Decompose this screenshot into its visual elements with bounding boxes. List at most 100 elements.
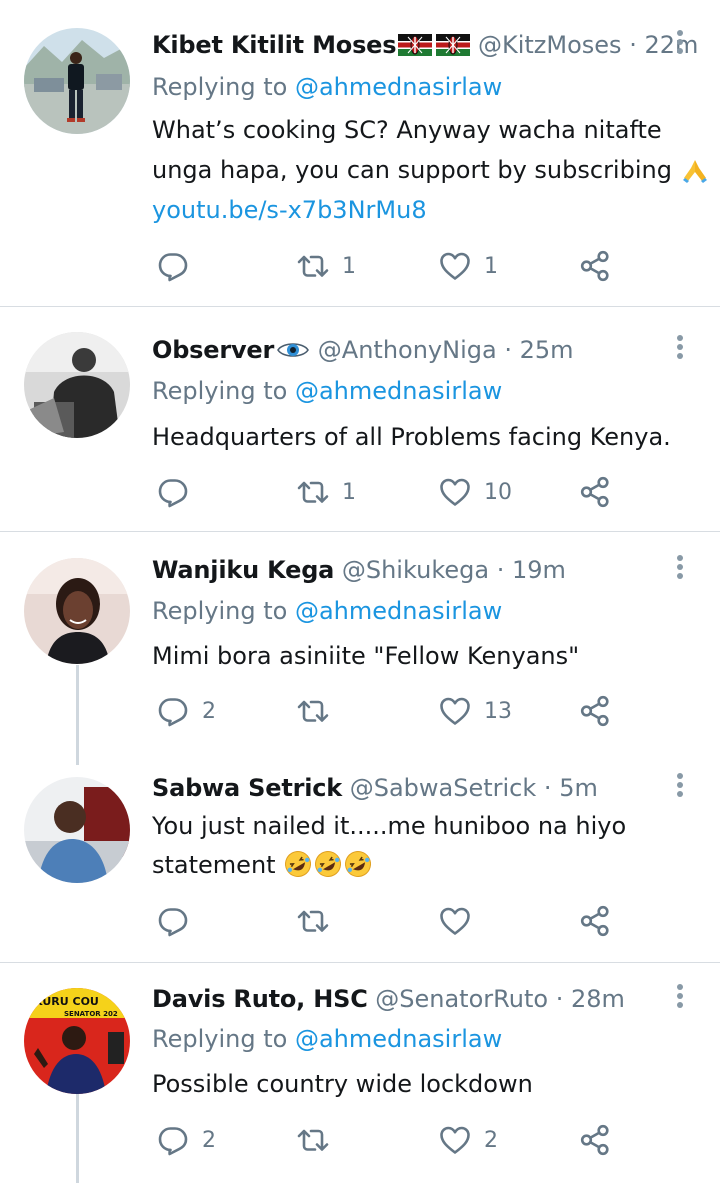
reply-button[interactable]: [156, 901, 202, 941]
like-button[interactable]: [438, 901, 484, 941]
timestamp[interactable]: 28m: [571, 985, 625, 1013]
kenya-flag-icon: [398, 34, 432, 56]
tweet-actions: 1 1: [152, 246, 672, 286]
separator-dot: ·: [496, 556, 505, 584]
mention-link[interactable]: @ahmednasirlaw: [295, 377, 502, 405]
tweet[interactable]: KURU COU SENATOR 202 Davis Ruto, HSC @Se…: [0, 963, 720, 1183]
folded-hands-emoji: [680, 154, 710, 184]
user-handle[interactable]: @AnthonyNiga: [318, 336, 497, 364]
display-name[interactable]: Observer: [152, 336, 274, 364]
reply-button[interactable]: 2: [156, 1120, 216, 1160]
avatar[interactable]: [24, 558, 130, 664]
retweet-button[interactable]: 1: [296, 472, 356, 512]
more-icon[interactable]: [668, 771, 692, 805]
more-icon[interactable]: [668, 553, 692, 587]
avatar[interactable]: [24, 777, 130, 883]
display-name[interactable]: Kibet Kitilit Moses: [152, 31, 397, 59]
retweet-button[interactable]: 1: [296, 246, 356, 286]
rofl-emoji: [313, 849, 343, 879]
like-count: 2: [484, 1127, 498, 1153]
replying-to: Replying to @ahmednasirlaw: [152, 594, 502, 628]
tweet-text: What’s cooking SC? Anyway wacha nitafte: [152, 116, 662, 144]
tweet-actions: 2 13: [152, 691, 672, 731]
like-count: 10: [484, 479, 512, 505]
retweet-count: 1: [342, 253, 356, 279]
replying-to-label: Replying to: [152, 1025, 288, 1053]
tweet-link[interactable]: youtu.be/s-x7b3NrMu8: [152, 192, 427, 228]
avatar[interactable]: KURU COU SENATOR 202: [24, 988, 130, 1094]
reply-icon: [156, 249, 190, 283]
retweet-icon: [296, 1123, 330, 1157]
reply-count: 2: [202, 1127, 216, 1153]
like-count: 13: [484, 698, 512, 724]
display-name[interactable]: Sabwa Setrick: [152, 774, 342, 802]
separator-dot: ·: [555, 985, 564, 1013]
kenya-flag-icon: [436, 34, 470, 56]
reply-icon: [156, 1123, 190, 1157]
retweet-icon: [296, 904, 330, 938]
user-handle[interactable]: @SabwaSetrick: [350, 774, 537, 802]
tweet[interactable]: Sabwa Setrick @SabwaSetrick · 5m You jus…: [0, 752, 720, 962]
tweet-text: Headquarters of all Problems facing Keny…: [152, 423, 671, 451]
like-button[interactable]: 1: [438, 246, 498, 286]
more-icon[interactable]: [668, 333, 692, 367]
eye-icon: [276, 339, 310, 361]
tweet[interactable]: Wanjiku Kega @Shikukega · 19m Replying t…: [0, 532, 720, 752]
separator-dot: ·: [543, 774, 552, 802]
user-handle[interactable]: @KitzMoses: [478, 31, 622, 59]
share-button[interactable]: [578, 472, 612, 512]
share-button[interactable]: [578, 1120, 612, 1160]
user-handle[interactable]: @Shikukega: [342, 556, 489, 584]
display-name[interactable]: Davis Ruto, HSC: [152, 985, 368, 1013]
tweet-actions: 2 2: [152, 1120, 672, 1160]
separator-dot: ·: [629, 31, 637, 59]
like-icon: [438, 249, 472, 283]
tweet-actions: [152, 901, 672, 941]
timestamp[interactable]: 25m: [520, 336, 574, 364]
tweet-text: statement: [152, 847, 373, 883]
more-icon[interactable]: [668, 982, 692, 1016]
replying-to-label: Replying to: [152, 73, 288, 101]
tweet[interactable]: Kibet Kitilit Moses @KitzMoses · 22m Rep…: [0, 0, 720, 306]
tweet[interactable]: Observer @AnthonyNiga · 25m Replying to …: [0, 307, 720, 531]
like-icon: [438, 694, 472, 728]
tweet-text-line: statement: [152, 851, 276, 879]
retweet-icon: [296, 249, 330, 283]
more-icon[interactable]: [668, 28, 692, 62]
mention-link[interactable]: @ahmednasirlaw: [295, 597, 502, 625]
like-button[interactable]: 2: [438, 1120, 498, 1160]
retweet-button[interactable]: [296, 1120, 342, 1160]
reply-icon: [156, 475, 190, 509]
retweet-count: 1: [342, 479, 356, 505]
like-button[interactable]: 10: [438, 472, 512, 512]
rofl-emoji: [283, 849, 313, 879]
replying-to: Replying to @ahmednasirlaw: [152, 1022, 502, 1056]
timestamp[interactable]: 5m: [559, 774, 598, 802]
share-icon: [578, 1123, 612, 1157]
mention-link[interactable]: @ahmednasirlaw: [295, 1025, 502, 1053]
avatar[interactable]: [24, 28, 130, 134]
tweet-text: Mimi bora asiniite "Fellow Kenyans": [152, 642, 580, 670]
like-icon: [438, 1123, 472, 1157]
share-icon: [578, 904, 612, 938]
share-button[interactable]: [578, 246, 612, 286]
tweet-actions: 1 10: [152, 472, 672, 512]
reply-button[interactable]: [156, 472, 202, 512]
separator-dot: ·: [504, 336, 512, 364]
mention-link[interactable]: @ahmednasirlaw: [295, 73, 502, 101]
user-handle[interactable]: @SenatorRuto: [375, 985, 548, 1013]
avatar[interactable]: [24, 332, 130, 438]
retweet-button[interactable]: [296, 691, 342, 731]
replying-to: Replying to @ahmednasirlaw: [152, 70, 502, 104]
reply-icon: [156, 694, 190, 728]
like-button[interactable]: 13: [438, 691, 512, 731]
share-button[interactable]: [578, 691, 612, 731]
display-name[interactable]: Wanjiku Kega: [152, 556, 334, 584]
reply-button[interactable]: 2: [156, 691, 216, 731]
retweet-button[interactable]: [296, 901, 342, 941]
reply-button[interactable]: [156, 246, 202, 286]
avatar-text: SENATOR 202: [64, 1010, 118, 1018]
share-button[interactable]: [578, 901, 612, 941]
reply-count: 2: [202, 698, 216, 724]
timestamp[interactable]: 19m: [512, 556, 566, 584]
